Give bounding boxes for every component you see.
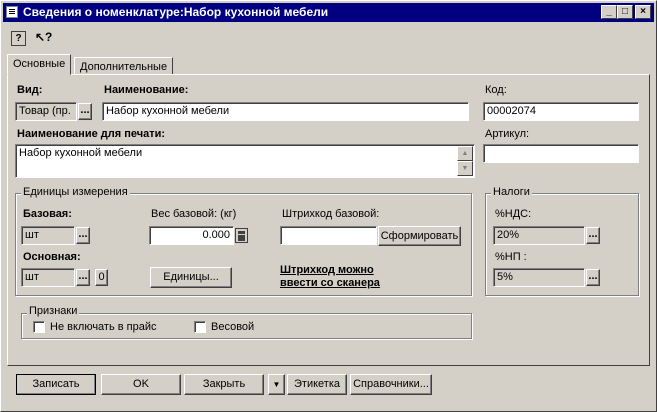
ok-button[interactable]: OK [101,374,181,395]
main-unit-label: Основная: [23,251,81,263]
main-unit-select-button[interactable]: ... [76,269,90,286]
vid-field[interactable]: Товар (пр. [15,102,77,121]
base-unit-field[interactable]: шт [21,226,75,245]
close-window-button[interactable]: × [635,5,651,19]
features-group-title: Признаки [27,305,80,317]
close-button[interactable]: Закрыть [184,374,264,395]
tab-main[interactable]: Основные [7,54,72,75]
name-input[interactable]: Набор кухонной мебели [102,102,469,121]
label-dropdown-button[interactable]: ▼ [268,374,285,395]
barcode-label: Штрихкод базовой: [282,208,380,220]
weight-label: Вес базовой: (кг) [151,208,237,220]
calculator-icon[interactable] [235,228,248,243]
print-name-textarea[interactable]: Набор кухонной мебели [15,144,475,178]
exclude-price-label[interactable]: Не включать в прайс [50,321,157,333]
app-icon [6,6,18,18]
tab-additional[interactable]: Дополнительные [74,57,174,75]
scanner-hint-line-1: Штрихкод можно [280,264,374,276]
scroll-down-icon[interactable]: ▼ [457,161,473,176]
print-name-label: Наименование для печати: [17,128,166,140]
weighted-checkbox[interactable] [194,321,206,333]
help-icon[interactable]: ? [11,31,26,46]
minimize-button[interactable]: _ [601,5,617,19]
np-field[interactable]: 5% [493,268,585,287]
vat-select-button[interactable]: ... [586,227,600,244]
title-bar[interactable]: Сведения о номенклатуре:Набор кухонной м… [3,3,654,22]
np-label: %НП : [495,251,527,263]
np-select-button[interactable]: ... [586,269,600,286]
exclude-price-checkbox[interactable] [33,321,45,333]
main-unit-clear-button[interactable]: 0 [95,269,108,286]
vid-select-button[interactable]: ... [78,103,92,120]
vat-field[interactable]: 20% [493,226,585,245]
whats-this-icon[interactable]: ↖? [35,29,52,45]
generate-barcode-button[interactable]: Сформировать [378,226,461,246]
code-label: Код: [485,84,507,96]
maximize-button[interactable]: □ [617,5,633,19]
weight-input[interactable]: 0.000 [149,226,234,245]
main-unit-field[interactable]: шт [21,268,75,287]
article-input[interactable] [483,144,639,163]
base-unit-label: Базовая: [23,208,72,220]
save-button[interactable]: Записать [16,374,96,395]
name-label: Наименование: [104,84,189,96]
dialog-window: Сведения о номенклатуре:Набор кухонной м… [0,0,657,412]
print-name-scrollbar[interactable]: ▲ ▼ [457,146,473,176]
vid-label: Вид: [17,84,43,96]
barcode-input[interactable] [280,226,377,245]
code-input[interactable]: 00002074 [483,102,639,121]
label-button[interactable]: Этикетка [287,374,347,395]
scroll-up-icon[interactable]: ▲ [457,146,473,161]
window-title: Сведения о номенклатуре:Набор кухонной м… [23,5,329,19]
vat-label: %НДС: [495,208,532,220]
units-button[interactable]: Единицы... [150,267,232,288]
units-group-title: Единицы измерения [21,186,130,198]
scanner-hint-line-2: ввести со сканера [280,277,380,289]
base-unit-select-button[interactable]: ... [76,227,90,244]
taxes-group-title: Налоги [491,186,532,198]
references-button[interactable]: Справочники... [350,374,432,395]
weighted-label[interactable]: Весовой [211,321,254,333]
article-label: Артикул: [485,128,530,140]
